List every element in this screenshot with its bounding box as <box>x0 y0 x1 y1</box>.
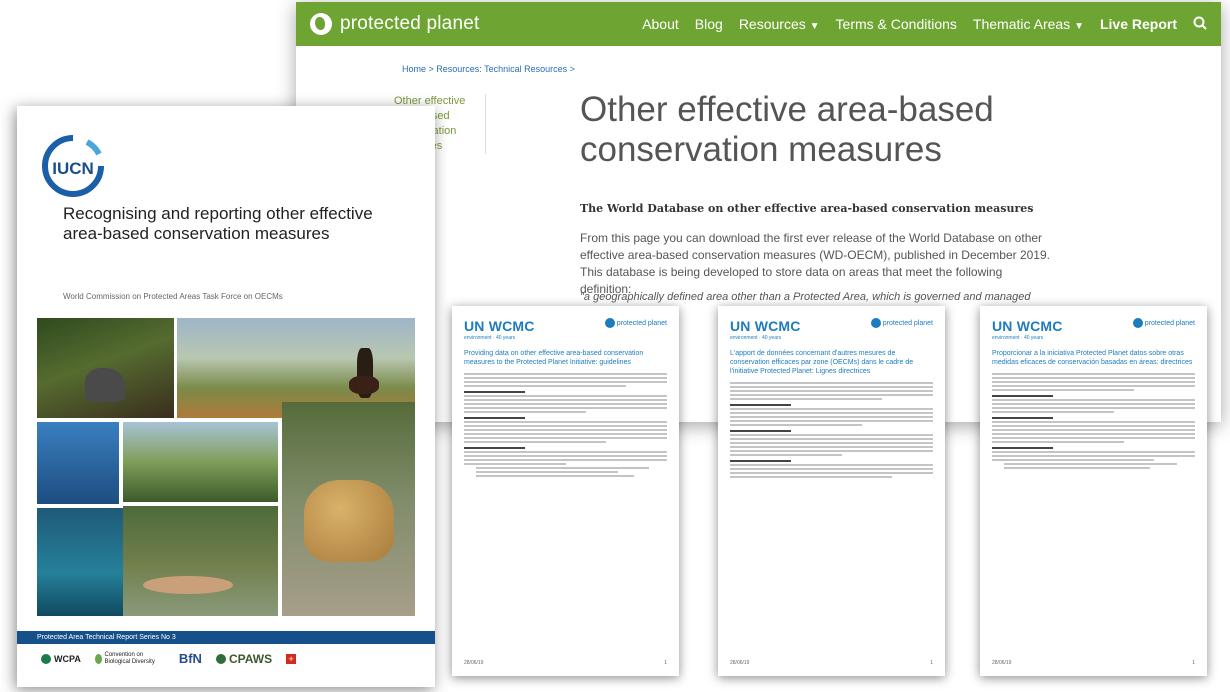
intro-paragraph: From this page you can download the firs… <box>580 231 1050 296</box>
definition-quote: "a geographically defined area other tha… <box>580 291 1031 303</box>
guidelines-doc-en: UN WCMC environment · 40 years protected… <box>452 306 679 676</box>
search-icon[interactable] <box>1193 16 1207 33</box>
unep-tagline: environment · 40 years <box>464 335 516 341</box>
chevron-down-icon: ▼ <box>1074 21 1084 32</box>
iucn-logo-text: IUCN <box>52 159 94 178</box>
nav-terms[interactable]: Terms & Conditions <box>836 16 957 32</box>
nav-live-report[interactable]: Live Report <box>1100 16 1177 32</box>
photo-river-boat <box>123 506 278 616</box>
unep-tagline: environment · 40 years <box>730 335 782 341</box>
globe-icon <box>1132 318 1143 328</box>
site-brand: protected planet <box>340 13 480 34</box>
globe-icon <box>310 13 332 35</box>
photo-leopard <box>282 402 415 616</box>
site-logo[interactable]: protected planet <box>310 13 479 35</box>
unwcmc-logo: UN WCMC <box>464 318 535 334</box>
photo-underwater <box>37 422 119 504</box>
doc-body-text <box>730 382 933 478</box>
wcpa-icon <box>41 653 51 664</box>
site-navbar: protected planet About Blog Resources ▼ … <box>296 2 1221 46</box>
doc-title: Providing data on other effective area-b… <box>464 350 644 366</box>
main-menu: About Blog Resources ▼ Terms & Condition… <box>642 16 1207 33</box>
composite-image: protected planet About Blog Resources ▼ … <box>0 0 1230 692</box>
unep-tagline: environment · 40 years <box>992 335 1044 341</box>
doc-title: L'apport de données concernant d'autres … <box>730 350 914 375</box>
partner-cbd: Convention on Biological Diversity <box>94 652 165 666</box>
protected-planet-logo: protected planet <box>870 318 933 328</box>
doc-page: 1 <box>664 660 667 666</box>
guidelines-doc-fr: UN WCMC environment · 40 years protected… <box>718 306 945 676</box>
doc-date: 28/06/19 <box>464 660 484 666</box>
doc-page: 1 <box>930 660 933 666</box>
photo-landscape <box>123 422 278 502</box>
doc-body-text <box>992 373 1195 469</box>
doc-body-text <box>464 373 667 477</box>
globe-icon <box>604 318 615 328</box>
partner-bfn: BfN <box>178 651 202 666</box>
unwcmc-logo: UN WCMC <box>992 318 1063 334</box>
nav-resources[interactable]: Resources ▼ <box>739 16 820 32</box>
nav-about[interactable]: About <box>642 16 679 32</box>
doc-title: Proporcionar a la iniciativa Protected P… <box>992 350 1193 366</box>
report-title: Recognising and reporting other effectiv… <box>63 204 373 243</box>
nav-blog[interactable]: Blog <box>695 16 723 32</box>
nav-thematic-areas[interactable]: Thematic Areas ▼ <box>973 16 1084 32</box>
protected-planet-logo: protected planet <box>604 318 667 328</box>
partner-cpaws: CPAWS <box>215 652 272 666</box>
swiss-flag-icon: + <box>286 653 297 664</box>
section-subheading: The World Database on other effective ar… <box>580 202 1034 215</box>
iucn-logo: IUCN <box>42 135 104 197</box>
breadcrumb[interactable]: Home > Resources: Technical Resources > <box>402 64 575 74</box>
doc-date: 28/06/19 <box>992 660 1012 666</box>
report-subtitle: World Commission on Protected Areas Task… <box>63 292 283 301</box>
doc-page: 1 <box>1192 660 1195 666</box>
series-bar: Protected Area Technical Report Series N… <box>17 631 435 644</box>
partner-logos: WCPA Convention on Biological Diversity … <box>41 651 297 666</box>
protected-planet-logo: protected planet <box>1132 318 1195 328</box>
globe-icon <box>870 318 881 328</box>
photo-elephant-forest <box>37 318 174 418</box>
doc-date: 28/06/19 <box>730 660 750 666</box>
nav-thematic-label: Thematic Areas <box>972 16 1071 32</box>
cpaws-icon <box>215 653 226 664</box>
iucn-report-cover: IUCN Recognising and reporting other eff… <box>17 106 435 687</box>
unwcmc-logo: UN WCMC <box>730 318 801 334</box>
cbd-icon <box>94 653 102 664</box>
page-title: Other effective area-based conservation … <box>580 90 994 169</box>
partner-wcpa: WCPA <box>41 653 81 664</box>
chevron-down-icon: ▼ <box>809 21 820 32</box>
guidelines-doc-es: UN WCMC environment · 40 years protected… <box>980 306 1207 676</box>
nav-resources-label: Resources <box>738 16 806 32</box>
